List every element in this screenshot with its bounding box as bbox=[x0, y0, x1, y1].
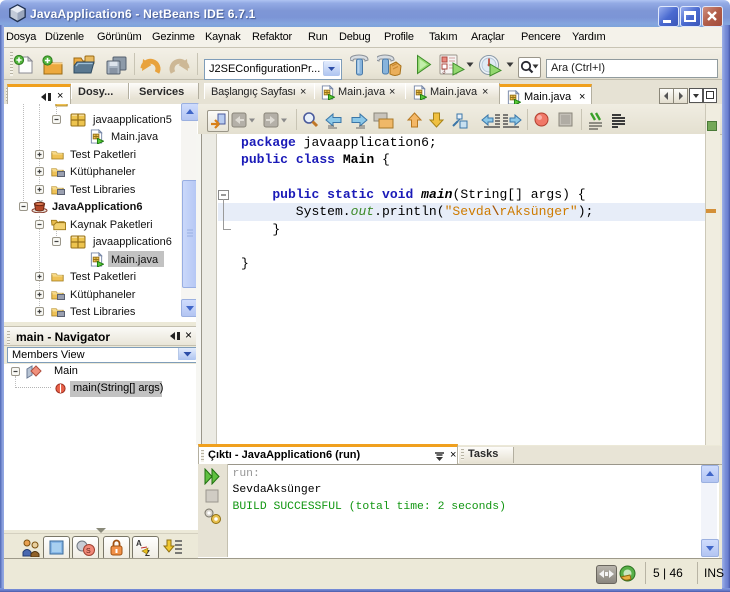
svg-text:S: S bbox=[86, 548, 91, 555]
svg-text:A: A bbox=[136, 539, 142, 548]
